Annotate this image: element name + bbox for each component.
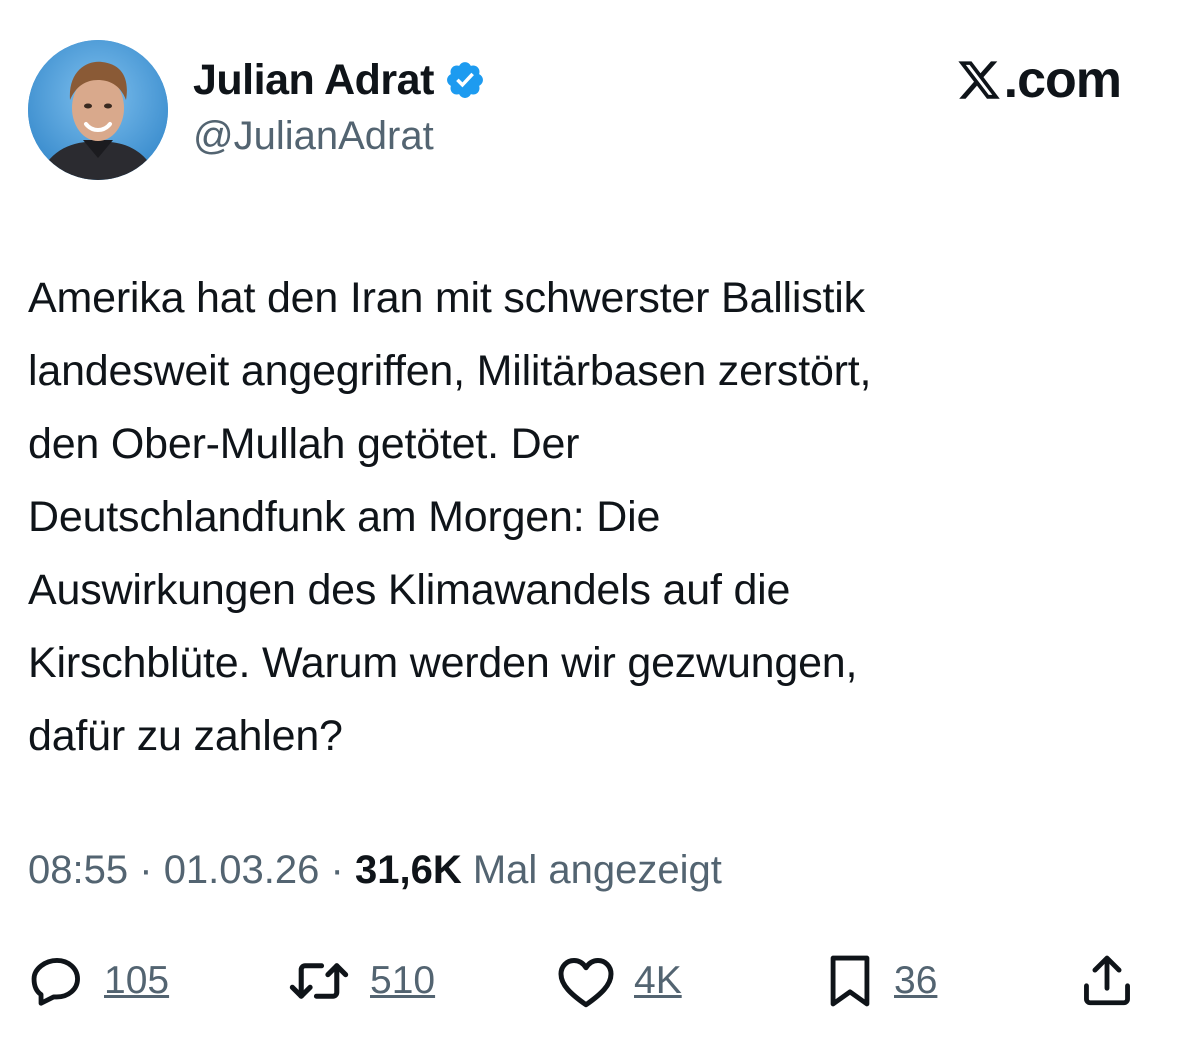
tweet-date[interactable]: 01.03.26 xyxy=(164,848,320,892)
meta-separator: · xyxy=(330,848,344,892)
tweet-header: Julian Adrat @JulianAdrat .com xyxy=(28,40,1151,180)
tweet-meta: 08:55 · 01.03.26 · 31,6K Mal angezeigt xyxy=(28,848,722,893)
retweet-count[interactable]: 510 xyxy=(370,959,435,1003)
tweet-time[interactable]: 08:55 xyxy=(28,848,128,892)
tweet-text: Amerika hat den Iran mit schwerster Ball… xyxy=(28,274,872,760)
retweet-button[interactable]: 510 xyxy=(286,946,435,1016)
tweet-actions: 105 510 4K 36 xyxy=(28,946,1151,1016)
bookmark-count[interactable]: 36 xyxy=(894,959,937,1003)
like-count[interactable]: 4K xyxy=(634,959,682,1003)
avatar[interactable] xyxy=(28,40,168,180)
author-identity: Julian Adrat @JulianAdrat xyxy=(193,54,486,159)
reply-count[interactable]: 105 xyxy=(104,959,169,1003)
x-logo-icon xyxy=(956,57,1002,103)
verified-badge-icon[interactable] xyxy=(444,59,486,101)
like-button[interactable]: 4K xyxy=(556,946,682,1016)
reply-button[interactable]: 105 xyxy=(28,946,169,1016)
brand-domain-text: .com xyxy=(1003,51,1122,109)
views-label: Mal angezeigt xyxy=(472,848,722,892)
share-button[interactable] xyxy=(1078,946,1136,1016)
author-name[interactable]: Julian Adrat xyxy=(193,56,434,105)
views-count: 31,6K xyxy=(354,848,462,892)
share-icon xyxy=(1078,952,1136,1010)
meta-separator: · xyxy=(139,848,153,892)
bookmark-button[interactable]: 36 xyxy=(824,946,937,1016)
heart-icon xyxy=(556,952,616,1010)
reply-icon xyxy=(28,952,86,1010)
bookmark-icon xyxy=(824,952,876,1010)
author-name-row: Julian Adrat xyxy=(193,54,486,106)
author-handle[interactable]: @JulianAdrat xyxy=(193,114,486,159)
retweet-icon xyxy=(286,952,352,1010)
x-com-brand: .com xyxy=(956,51,1122,109)
